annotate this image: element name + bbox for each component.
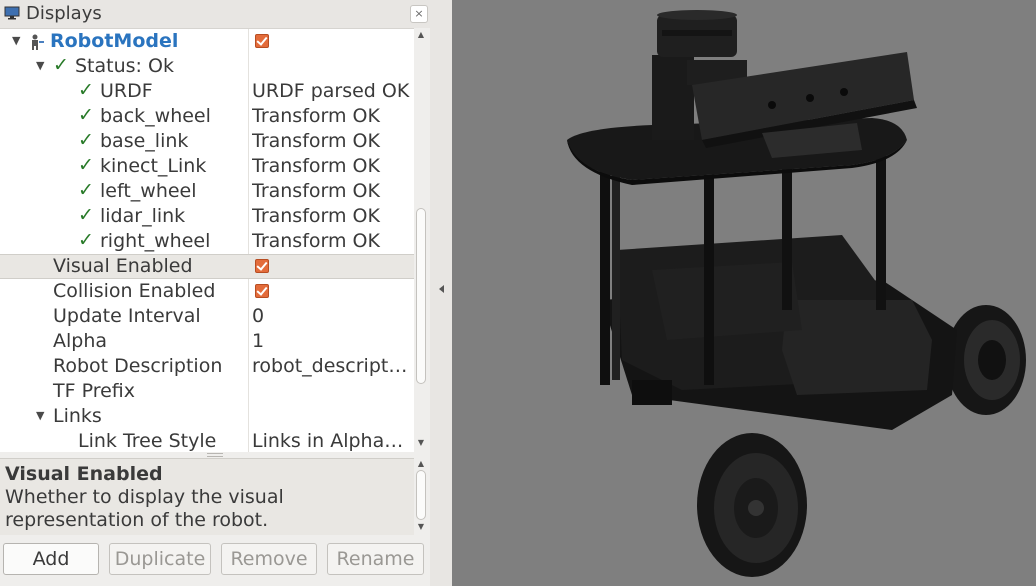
description-box: Visual Enabled Whether to display the vi… <box>0 458 414 535</box>
status-item-label: left_wheel <box>100 180 197 202</box>
status-item-value: Transform OK <box>252 180 380 202</box>
robot-icon <box>32 34 44 50</box>
property-label: Link Tree Style <box>78 430 217 452</box>
tree-row-kinect-link[interactable]: ✓ kinect_Link Transform OK <box>0 154 414 179</box>
tree-row-left-wheel[interactable]: ✓ left_wheel Transform OK <box>0 179 414 204</box>
view-splitter[interactable] <box>430 0 452 586</box>
tree-row-alpha[interactable]: Alpha 1 <box>0 329 414 354</box>
property-label: Robot Description <box>53 355 223 377</box>
expand-arrow-icon[interactable]: ▼ <box>36 409 44 422</box>
add-button[interactable]: Add <box>3 543 99 575</box>
collapse-arrow-icon[interactable] <box>439 285 444 293</box>
panel-titlebar: Displays × <box>0 0 430 28</box>
robotmodel-checkbox[interactable] <box>255 34 269 48</box>
status-item-label: back_wheel <box>100 105 211 127</box>
tree-scrollbar[interactable]: ▲ ▼ <box>414 28 428 452</box>
check-icon: ✓ <box>78 79 94 101</box>
description-body: Whether to display the visual representa… <box>5 486 284 531</box>
scrollbar-thumb[interactable] <box>416 470 426 520</box>
button-bar: Add Duplicate Remove Rename <box>0 536 430 586</box>
tree-row-robotmodel[interactable]: ▼ RobotModel <box>0 29 414 54</box>
status-item-value: URDF parsed OK <box>252 80 410 102</box>
status-item-label: right_wheel <box>100 230 211 252</box>
status-item-value: Transform OK <box>252 205 380 227</box>
tree-row-collision-enabled[interactable]: Collision Enabled <box>0 279 414 304</box>
3d-viewport[interactable] <box>452 0 1036 586</box>
property-label: Links <box>53 405 102 427</box>
tree-row-tf-prefix[interactable]: TF Prefix <box>0 379 414 404</box>
property-label: Collision Enabled <box>53 280 216 302</box>
tree-row-links[interactable]: ▼ Links <box>0 404 414 429</box>
remove-button[interactable]: Remove <box>221 543 317 575</box>
update-interval-value[interactable]: 0 <box>252 305 410 327</box>
displays-panel: Displays × ▼ RobotModel ▼ ✓ Status: Ok ✓… <box>0 0 430 586</box>
check-icon: ✓ <box>78 179 94 201</box>
display-tree: ▼ RobotModel ▼ ✓ Status: Ok ✓ URDF URDF … <box>0 28 414 453</box>
visual-enabled-checkbox[interactable] <box>255 259 269 273</box>
description-scrollbar[interactable]: ▲ ▼ <box>414 458 428 534</box>
description-title: Visual Enabled <box>5 463 163 485</box>
expand-arrow-icon[interactable]: ▼ <box>12 34 20 47</box>
tree-row-urdf[interactable]: ✓ URDF URDF parsed OK <box>0 79 414 104</box>
panel-title: Displays <box>26 3 102 24</box>
status-item-label: URDF <box>100 80 153 102</box>
tree-row-status[interactable]: ▼ ✓ Status: Ok <box>0 54 414 79</box>
property-label: Alpha <box>53 330 108 352</box>
status-item-value: Transform OK <box>252 155 380 177</box>
status-label: Status: Ok <box>75 55 174 77</box>
status-item-value: Transform OK <box>252 230 380 252</box>
scroll-down-icon[interactable]: ▼ <box>416 438 426 448</box>
check-icon: ✓ <box>53 54 69 76</box>
status-item-label: base_link <box>100 130 189 152</box>
check-icon: ✓ <box>78 104 94 126</box>
link-tree-style-value[interactable]: Links in Alphab… <box>252 430 410 452</box>
status-item-label: kinect_Link <box>100 155 207 177</box>
property-label: Visual Enabled <box>53 255 193 277</box>
status-item-value: Transform OK <box>252 130 380 152</box>
property-label: Update Interval <box>53 305 201 327</box>
tree-row-right-wheel[interactable]: ✓ right_wheel Transform OK <box>0 229 414 254</box>
tree-row-lidar-link[interactable]: ✓ lidar_link Transform OK <box>0 204 414 229</box>
robot-description-value[interactable]: robot_descript… <box>252 355 410 377</box>
scroll-up-icon[interactable]: ▲ <box>416 30 426 40</box>
duplicate-button[interactable]: Duplicate <box>109 543 211 575</box>
status-item-value: Transform OK <box>252 105 380 127</box>
scroll-up-icon[interactable]: ▲ <box>416 459 426 469</box>
tree-row-back-wheel[interactable]: ✓ back_wheel Transform OK <box>0 104 414 129</box>
tree-row-base-link[interactable]: ✓ base_link Transform OK <box>0 129 414 154</box>
tree-row-robot-description[interactable]: Robot Description robot_descript… <box>0 354 414 379</box>
check-icon: ✓ <box>78 154 94 176</box>
tree-row-update-interval[interactable]: Update Interval 0 <box>0 304 414 329</box>
alpha-value[interactable]: 1 <box>252 330 410 352</box>
rename-button[interactable]: Rename <box>327 543 424 575</box>
expand-arrow-icon[interactable]: ▼ <box>36 59 44 72</box>
check-icon: ✓ <box>78 204 94 226</box>
check-icon: ✓ <box>78 229 94 251</box>
status-item-label: lidar_link <box>100 205 186 227</box>
check-icon: ✓ <box>78 129 94 151</box>
scrollbar-thumb[interactable] <box>416 208 426 384</box>
monitor-icon <box>4 6 20 20</box>
scroll-down-icon[interactable]: ▼ <box>416 522 426 532</box>
collision-enabled-checkbox[interactable] <box>255 284 269 298</box>
robot-render <box>567 10 1026 577</box>
tree-row-link-tree-style[interactable]: Link Tree Style Links in Alphab… <box>0 429 414 453</box>
robotmodel-label: RobotModel <box>50 30 179 52</box>
tree-row-visual-enabled[interactable]: Visual Enabled <box>0 254 414 279</box>
close-button[interactable]: × <box>410 5 428 23</box>
property-label: TF Prefix <box>53 380 135 402</box>
